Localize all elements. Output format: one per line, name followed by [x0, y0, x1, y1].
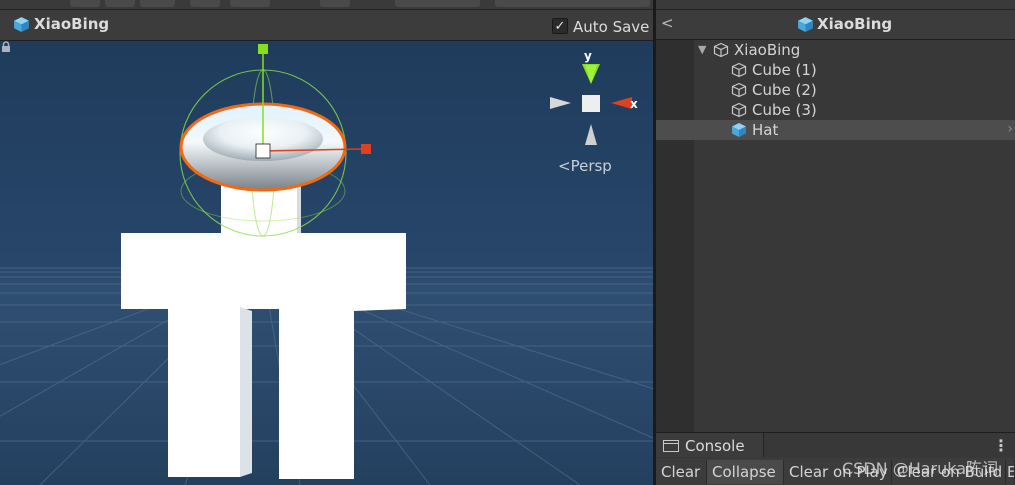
toolbar-button[interactable] [320, 0, 350, 7]
more-options-icon[interactable]: ⋮ [993, 436, 1009, 455]
prefab-cube-icon [798, 17, 813, 32]
tree-item-label: XiaoBing [734, 41, 801, 59]
console-icon [663, 440, 679, 452]
prefab-cube-icon [14, 17, 29, 32]
clear-button[interactable]: Clear [656, 460, 707, 484]
cube-blue-icon [732, 123, 746, 137]
toolbar-button[interactable] [140, 0, 175, 7]
tree-item-hat[interactable]: Hat › [656, 120, 1015, 140]
cube-outline-icon [731, 82, 747, 98]
autosave-checkbox[interactable]: ✓ [552, 18, 568, 34]
tree-item-cube-1[interactable]: Cube (1) [656, 60, 1015, 80]
back-button[interactable]: < [661, 14, 674, 32]
toolbar-button[interactable] [105, 0, 135, 7]
tree-item-label: Cube (2) [752, 81, 817, 99]
persp-label[interactable]: <Persp [558, 157, 612, 175]
tree-item-cube-2[interactable]: Cube (2) [656, 80, 1015, 100]
tree-item-label: Cube (1) [752, 61, 817, 79]
scene-view-panel: XiaoBing ✓ Auto Save y x <Persp [0, 10, 655, 485]
cube-outline-icon [713, 42, 729, 58]
hierarchy-title: XiaoBing [817, 15, 893, 33]
tree-item-xiaobing[interactable]: ▼ XiaoBing [656, 40, 1015, 60]
collapse-button[interactable]: Collapse [707, 460, 784, 484]
unity-editor: XiaoBing ✓ Auto Save y x <Persp < XiaoBi… [0, 0, 1015, 485]
toolbar-button[interactable] [230, 0, 270, 7]
gizmo-x-label: x [630, 97, 638, 111]
error-pause-button[interactable]: E [1006, 460, 1015, 484]
search-field[interactable] [495, 0, 650, 7]
gizmos-dropdown[interactable] [395, 0, 480, 7]
tab-console[interactable]: Console [656, 433, 764, 457]
hierarchy-toolbar-strip [656, 0, 1015, 10]
watermark: CSDN @Haruka陈词 [842, 459, 999, 478]
persp-arrow-icon: < [558, 157, 571, 175]
toolbar-button[interactable] [70, 0, 100, 7]
persp-text: Persp [570, 157, 612, 175]
hierarchy-header: < XiaoBing [656, 10, 1015, 40]
prefab-title[interactable]: XiaoBing [34, 15, 109, 33]
chevron-right-icon[interactable]: › [1007, 121, 1013, 137]
gizmo-y-label: y [584, 49, 592, 63]
tree-item-cube-3[interactable]: Cube (3) [656, 100, 1015, 120]
lock-icon[interactable] [0, 41, 12, 53]
console-tab-label: Console [685, 437, 745, 455]
tree-item-label: Cube (3) [752, 101, 817, 119]
scene-render: y x [0, 41, 655, 485]
hierarchy-panel: < XiaoBing ▼ XiaoBing Cube (1) Cube (2) … [656, 0, 1015, 432]
autosave-label: Auto Save [573, 18, 650, 36]
cube-outline-icon [731, 62, 747, 78]
tree-item-label: Hat [752, 121, 779, 139]
scene-viewport[interactable]: y x <Persp [0, 41, 655, 485]
cube-outline-icon [731, 102, 747, 118]
prefab-breadcrumb-bar: XiaoBing ✓ Auto Save [0, 10, 655, 41]
toolbar-strip [0, 0, 655, 10]
expand-arrow-icon[interactable]: ▼ [698, 43, 706, 56]
toolbar-button[interactable] [190, 0, 220, 7]
